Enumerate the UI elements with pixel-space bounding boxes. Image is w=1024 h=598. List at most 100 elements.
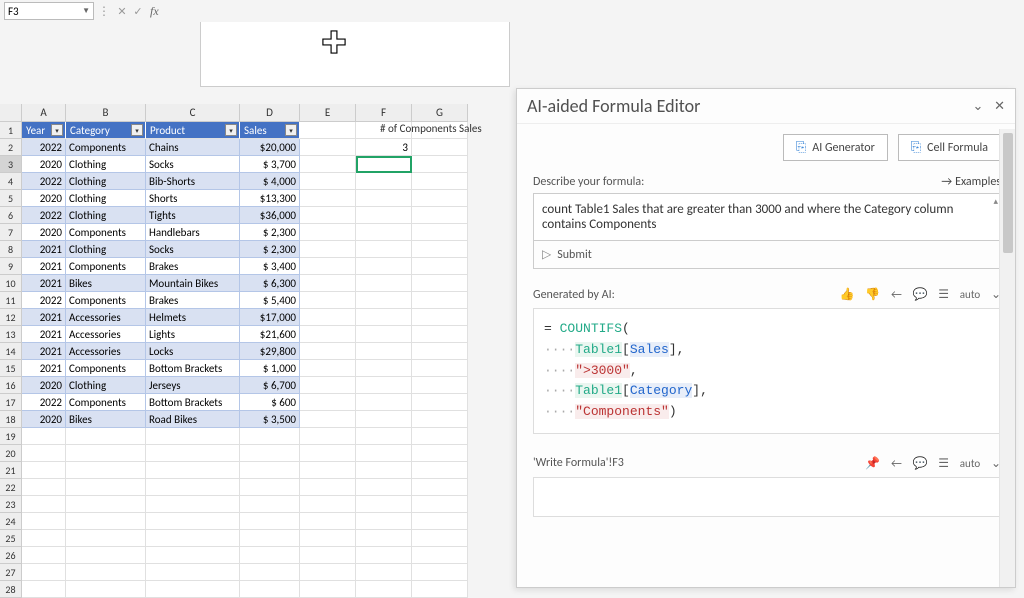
cell-product[interactable]: Locks <box>146 343 240 360</box>
cell[interactable] <box>300 496 356 513</box>
cell[interactable] <box>300 394 356 411</box>
cell-product[interactable]: Road Bikes <box>146 411 240 428</box>
row-header[interactable]: 5 <box>0 190 22 207</box>
cell-sales[interactable]: $ 6,700 <box>240 377 300 394</box>
cell-formula-button[interactable]: ⎘ Cell Formula <box>898 134 1001 161</box>
cell[interactable] <box>146 445 240 462</box>
cell[interactable] <box>22 530 66 547</box>
cell[interactable] <box>412 411 468 428</box>
cell-category[interactable]: Components <box>66 258 146 275</box>
cancel-icon[interactable]: ✕ <box>114 5 130 18</box>
cell[interactable] <box>412 462 468 479</box>
th-category[interactable]: Category▾ <box>66 122 146 139</box>
cell-category[interactable]: Components <box>66 394 146 411</box>
cell-year[interactable]: 2021 <box>22 343 66 360</box>
cell-category[interactable]: Bikes <box>66 411 146 428</box>
row-header[interactable]: 16 <box>0 377 22 394</box>
cell-sales[interactable]: $ 5,400 <box>240 292 300 309</box>
cell[interactable] <box>412 479 468 496</box>
scroll-thumb[interactable] <box>1003 133 1013 253</box>
cell[interactable] <box>356 173 412 190</box>
cell-year[interactable]: 2021 <box>22 275 66 292</box>
cell-product[interactable]: Helmets <box>146 309 240 326</box>
row-header[interactable]: 14 <box>0 343 22 360</box>
cell[interactable] <box>146 513 240 530</box>
row-header[interactable]: 25 <box>0 530 22 547</box>
cell[interactable] <box>412 564 468 581</box>
cell-year[interactable]: 2021 <box>22 309 66 326</box>
cell[interactable] <box>356 360 412 377</box>
cell[interactable] <box>356 445 412 462</box>
col-header-G[interactable]: G <box>412 104 468 122</box>
cell-F2[interactable]: 3 <box>356 139 412 156</box>
row-header[interactable]: 1 <box>0 122 22 139</box>
cell-sales[interactable]: $29,800 <box>240 343 300 360</box>
cell[interactable] <box>300 343 356 360</box>
cell-sales[interactable]: $ 1,000 <box>240 360 300 377</box>
cell[interactable] <box>356 479 412 496</box>
cell-sales[interactable]: $ 6,300 <box>240 275 300 292</box>
panel-scrollbar[interactable] <box>999 129 1015 587</box>
row-header[interactable]: 20 <box>0 445 22 462</box>
cell-year[interactable]: 2021 <box>22 360 66 377</box>
cell[interactable] <box>356 462 412 479</box>
cell[interactable] <box>300 241 356 258</box>
cell[interactable] <box>300 513 356 530</box>
cell[interactable] <box>356 309 412 326</box>
enter-icon[interactable]: ✓ <box>130 5 146 18</box>
row-header[interactable]: 26 <box>0 547 22 564</box>
cell[interactable] <box>300 581 356 598</box>
cell-sales[interactable]: $21,600 <box>240 326 300 343</box>
cell-sales[interactable]: $36,000 <box>240 207 300 224</box>
cell[interactable] <box>412 428 468 445</box>
col-header-E[interactable]: E <box>300 104 356 122</box>
cell[interactable] <box>356 513 412 530</box>
cell-product[interactable]: Shorts <box>146 190 240 207</box>
cell[interactable] <box>300 207 356 224</box>
cell[interactable] <box>66 462 146 479</box>
cell[interactable] <box>66 547 146 564</box>
cell-product[interactable]: Socks <box>146 156 240 173</box>
cell[interactable] <box>146 479 240 496</box>
cell[interactable] <box>300 139 356 156</box>
cell[interactable] <box>356 241 412 258</box>
cell-category[interactable]: Clothing <box>66 377 146 394</box>
cell[interactable] <box>300 224 356 241</box>
fx-icon[interactable]: fx <box>150 4 159 19</box>
cell[interactable] <box>412 530 468 547</box>
cell-category[interactable]: Clothing <box>66 241 146 258</box>
cell[interactable] <box>412 309 468 326</box>
cell-year[interactable]: 2020 <box>22 224 66 241</box>
th-product[interactable]: Product▾ <box>146 122 240 139</box>
cell[interactable] <box>146 428 240 445</box>
cell-year[interactable]: 2020 <box>22 411 66 428</box>
cell[interactable] <box>356 581 412 598</box>
cell[interactable] <box>22 513 66 530</box>
cell[interactable] <box>356 377 412 394</box>
cell[interactable] <box>300 564 356 581</box>
cell[interactable] <box>412 326 468 343</box>
cell-sales[interactable]: $13,300 <box>240 190 300 207</box>
cell[interactable] <box>66 530 146 547</box>
pin-icon[interactable]: 📌 <box>865 457 880 471</box>
cell[interactable] <box>22 496 66 513</box>
cell[interactable] <box>356 564 412 581</box>
cell[interactable] <box>300 258 356 275</box>
cell[interactable] <box>356 326 412 343</box>
cell[interactable] <box>412 156 468 173</box>
row-header[interactable]: 8 <box>0 241 22 258</box>
cell[interactable] <box>22 462 66 479</box>
cell[interactable] <box>300 309 356 326</box>
cell[interactable] <box>22 445 66 462</box>
cell-product[interactable]: Tights <box>146 207 240 224</box>
select-all-corner[interactable] <box>0 104 22 122</box>
cell[interactable] <box>146 530 240 547</box>
cell-year[interactable]: 2022 <box>22 207 66 224</box>
cell[interactable] <box>22 479 66 496</box>
cell-sales[interactable]: $ 2,300 <box>240 224 300 241</box>
cell-year[interactable]: 2020 <box>22 377 66 394</box>
cell-product[interactable]: Lights <box>146 326 240 343</box>
cell-category[interactable]: Accessories <box>66 326 146 343</box>
cell-category[interactable]: Components <box>66 360 146 377</box>
cell[interactable] <box>66 479 146 496</box>
